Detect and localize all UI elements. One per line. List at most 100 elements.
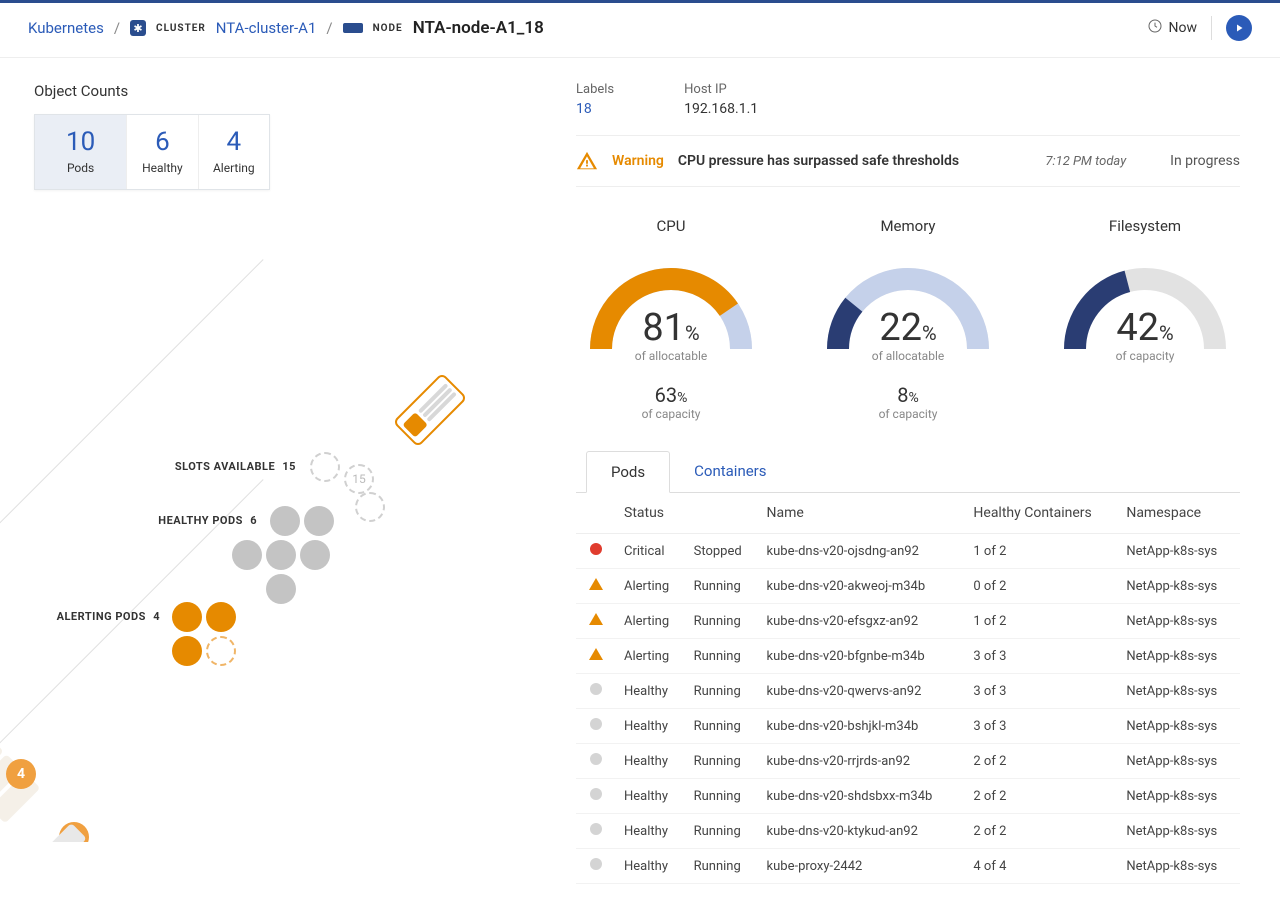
- count-pods-num: 10: [43, 129, 118, 155]
- count-alerting-num: 4: [207, 129, 261, 155]
- gauge-memory: Memory 22% of allocatable 8% of capacity: [813, 217, 1003, 421]
- healthy-pod-dot[interactable]: [270, 506, 300, 536]
- cell-hc: 3 of 3: [965, 709, 1118, 744]
- cell-hc: 4 of 4: [965, 849, 1118, 884]
- clock-icon: [1147, 18, 1163, 38]
- gauge-cpu-cap: 63%: [576, 383, 766, 407]
- healthy-pod-dot[interactable]: [232, 540, 262, 570]
- hostip-label: Host IP: [684, 82, 758, 97]
- time-now[interactable]: Now: [1147, 18, 1198, 38]
- count-alerting[interactable]: 4 Alerting: [198, 115, 269, 189]
- topbar: Kubernetes / ✱ CLUSTER NTA-cluster-A1 / …: [0, 3, 1280, 58]
- cell-status: Alerting: [616, 639, 686, 674]
- alerting-pod-dot[interactable]: [206, 636, 236, 666]
- node-tag: NODE: [373, 23, 403, 34]
- cluster-tag: CLUSTER: [156, 23, 206, 34]
- cell-hc: 2 of 2: [965, 744, 1118, 779]
- cluster-icon: ✱: [130, 20, 146, 36]
- healthy-pods-label: HEALTHY PODS 6: [97, 514, 257, 527]
- alerting-pods-label: ALERTING PODS 4: [0, 610, 160, 623]
- table-row[interactable]: HealthyRunningkube-dns-v20-bshjkl-m34b3 …: [576, 709, 1240, 744]
- slot[interactable]: [310, 452, 340, 482]
- alert-status: In progress: [1170, 153, 1240, 169]
- alert-banner[interactable]: Warning CPU pressure has surpassed safe …: [576, 135, 1240, 187]
- cell-hc: 3 of 3: [965, 674, 1118, 709]
- alerting-pod-dot[interactable]: [206, 602, 236, 632]
- th-status[interactable]: Status: [616, 493, 759, 534]
- count-healthy-num: 6: [135, 129, 189, 155]
- neighbor-node: [30, 817, 147, 842]
- table-row[interactable]: AlertingRunningkube-dns-v20-efsgxz-an921…: [576, 604, 1240, 639]
- slot[interactable]: [355, 492, 385, 522]
- cell-hc: 1 of 2: [965, 534, 1118, 569]
- table-row[interactable]: HealthyRunningkube-dns-v20-rrjrds-an922 …: [576, 744, 1240, 779]
- gauge-mem-cap: 8%: [813, 383, 1003, 407]
- pods-table: Status Name Healthy Containers Namespace…: [576, 493, 1240, 884]
- alert-level: Warning: [612, 153, 664, 169]
- breadcrumb-sep: /: [114, 19, 120, 37]
- table-row[interactable]: HealthyRunningkube-dns-v20-qwervs-an923 …: [576, 674, 1240, 709]
- table-row[interactable]: CriticalStoppedkube-dns-v20-ojsdng-an921…: [576, 534, 1240, 569]
- slot[interactable]: 15: [344, 464, 374, 494]
- count-pods[interactable]: 10 Pods: [35, 115, 126, 189]
- gauge-cpu-title: CPU: [576, 217, 766, 235]
- cell-name: kube-dns-v20-bshjkl-m34b: [759, 709, 966, 744]
- cell-status: Alerting: [616, 569, 686, 604]
- cell-status: Healthy: [616, 779, 686, 814]
- right-panel: Labels 18 Host IP 192.168.1.1 Warning CP…: [576, 82, 1280, 924]
- cell-ns: NetApp-k8s-sys: [1118, 569, 1240, 604]
- slots-label: SLOTS AVAILABLE 15: [136, 460, 296, 473]
- cell-hc: 2 of 2: [965, 814, 1118, 849]
- healthy-pod-dot[interactable]: [266, 574, 296, 604]
- cell-hc: 1 of 2: [965, 604, 1118, 639]
- cell-hc: 3 of 3: [965, 639, 1118, 674]
- healthy-icon: [590, 683, 602, 695]
- th-ns[interactable]: Namespace: [1118, 493, 1240, 534]
- play-button[interactable]: [1226, 15, 1252, 41]
- labels-label: Labels: [576, 82, 614, 97]
- cell-ns: NetApp-k8s-sys: [1118, 849, 1240, 884]
- count-pods-label: Pods: [43, 161, 118, 175]
- cell-ns: NetApp-k8s-sys: [1118, 604, 1240, 639]
- device-icon[interactable]: [393, 373, 468, 448]
- tab-pods[interactable]: Pods: [586, 451, 670, 493]
- labels-value[interactable]: 18: [576, 101, 614, 117]
- gauge-cpu: CPU 81% of allocatable 63% of capacity: [576, 217, 766, 421]
- cell-name: kube-dns-v20-efsgxz-an92: [759, 604, 966, 639]
- alert-icon: [589, 578, 603, 590]
- table-row[interactable]: HealthyRunningkube-proxy-24424 of 4NetAp…: [576, 849, 1240, 884]
- cell-state: Running: [686, 709, 759, 744]
- alert-icon: [589, 613, 603, 625]
- table-row[interactable]: HealthyRunningkube-dns-v20-shdsbxx-m34b2…: [576, 779, 1240, 814]
- object-counts: 10 Pods 6 Healthy 4 Alerting: [34, 114, 270, 190]
- breadcrumb-cluster[interactable]: NTA-cluster-A1: [216, 19, 317, 37]
- gauge-fs-title: Filesystem: [1050, 217, 1240, 235]
- gauge-mem-capsub: of capacity: [813, 407, 1003, 421]
- breadcrumb-root[interactable]: Kubernetes: [28, 19, 104, 37]
- th-hc[interactable]: Healthy Containers: [965, 493, 1118, 534]
- cell-state: Running: [686, 604, 759, 639]
- cell-hc: 2 of 2: [965, 779, 1118, 814]
- breadcrumb-sep: /: [326, 19, 332, 37]
- alerting-pod-dot[interactable]: [172, 602, 202, 632]
- cell-state: Running: [686, 814, 759, 849]
- gauges: CPU 81% of allocatable 63% of capacity M…: [576, 217, 1240, 421]
- table-row[interactable]: AlertingRunningkube-dns-v20-bfgnbe-m34b3…: [576, 639, 1240, 674]
- healthy-icon: [590, 718, 602, 730]
- tab-containers[interactable]: Containers: [670, 451, 790, 492]
- alerting-pod-dot[interactable]: [172, 636, 202, 666]
- count-healthy[interactable]: 6 Healthy: [126, 115, 197, 189]
- table-row[interactable]: HealthyRunningkube-dns-v20-ktykud-an922 …: [576, 814, 1240, 849]
- cell-status: Critical: [616, 534, 686, 569]
- healthy-pod-dot[interactable]: [300, 540, 330, 570]
- cell-ns: NetApp-k8s-sys: [1118, 534, 1240, 569]
- healthy-pod-dot[interactable]: [304, 506, 334, 536]
- healthy-pod-dot[interactable]: [266, 540, 296, 570]
- table-row[interactable]: AlertingRunningkube-dns-v20-akweoj-m34b0…: [576, 569, 1240, 604]
- count-healthy-label: Healthy: [135, 161, 189, 175]
- cell-state: Running: [686, 569, 759, 604]
- neighbor-node: [0, 675, 46, 829]
- pod-badge[interactable]: 4: [6, 759, 36, 789]
- count-alerting-label: Alerting: [207, 161, 261, 175]
- th-name[interactable]: Name: [759, 493, 966, 534]
